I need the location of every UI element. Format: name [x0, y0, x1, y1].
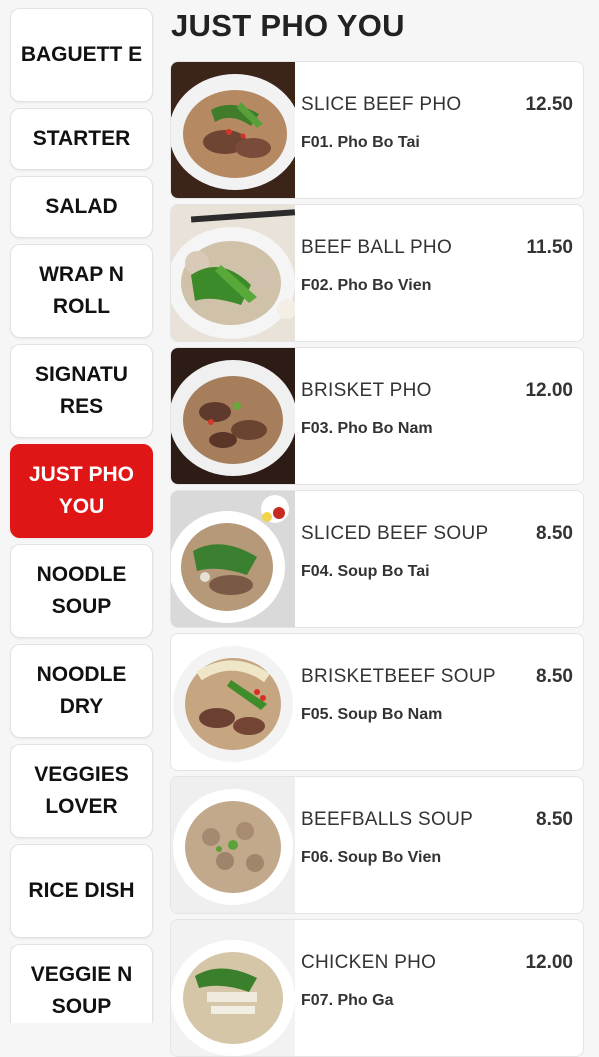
item-name: BRISKET PHO [301, 380, 432, 401]
item-name: CHICKEN PHO [301, 952, 437, 973]
item-price: 12.50 [525, 94, 573, 115]
category-starter[interactable]: STARTER [10, 108, 153, 170]
item-price: 8.50 [536, 666, 573, 687]
item-name: SLICE BEEF PHO [301, 94, 462, 115]
item-code: F06. Soup Bo Vien [301, 849, 442, 866]
category-signatures[interactable]: SIGNATU RES [10, 344, 153, 438]
item-code: F05. Soup Bo Nam [301, 706, 443, 723]
menu-item-card[interactable]: BEEF BALL PHO 11.50 F02. Pho Bo Vien [170, 204, 584, 342]
item-code: F04. Soup Bo Tai [301, 563, 430, 580]
menu-item-card[interactable]: CHICKEN PHO 12.00 F07. Pho Ga [170, 919, 584, 1057]
food-image [171, 62, 295, 198]
category-wrap-n-roll[interactable]: WRAP N ROLL [10, 244, 153, 338]
category-noodle-dry[interactable]: NOODLE DRY [10, 644, 153, 738]
food-image [171, 777, 295, 913]
category-noodle-soup[interactable]: NOODLE SOUP [10, 544, 153, 638]
item-name: SLICED BEEF SOUP [301, 523, 489, 544]
item-code: F07. Pho Ga [301, 992, 394, 1009]
item-price: 12.00 [525, 380, 573, 401]
menu-item-card[interactable]: SLICED BEEF SOUP 8.50 F04. Soup Bo Tai [170, 490, 584, 628]
menu-content: JUST PHO YOU SLICE BEEF PHO 12.50 F01. P [165, 0, 599, 1057]
menu-item-card[interactable]: BRISKETBEEF SOUP 8.50 F05. Soup Bo Nam [170, 633, 584, 771]
category-just-pho-you[interactable]: JUST PHO YOU [10, 444, 153, 538]
food-image [171, 205, 295, 341]
menu-item-card[interactable]: BRISKET PHO 12.00 F03. Pho Bo Nam [170, 347, 584, 485]
item-code: F03. Pho Bo Nam [301, 420, 433, 437]
category-salad[interactable]: SALAD [10, 176, 153, 238]
item-price: 8.50 [536, 809, 573, 830]
category-baguette[interactable]: BAGUETT E [10, 8, 153, 102]
menu-item-card[interactable]: SLICE BEEF PHO 12.50 F01. Pho Bo Tai [170, 61, 584, 199]
item-code: F01. Pho Bo Tai [301, 134, 420, 151]
category-veggie-n-soup[interactable]: VEGGIE N SOUP [10, 944, 153, 1023]
category-veggies-lover[interactable]: VEGGIES LOVER [10, 744, 153, 838]
item-price: 12.00 [525, 952, 573, 973]
food-image [171, 348, 295, 484]
item-code: F02. Pho Bo Vien [301, 277, 432, 294]
food-image [171, 491, 295, 627]
category-sidebar[interactable]: BAGUETT E STARTER SALAD WRAP N ROLL SIGN… [0, 0, 165, 1023]
item-price: 11.50 [526, 237, 574, 258]
item-name: BEEFBALLS SOUP [301, 809, 474, 830]
section-title: JUST PHO YOU [171, 8, 405, 43]
item-price: 8.50 [536, 523, 573, 544]
menu-item-card[interactable]: BEEFBALLS SOUP 8.50 F06. Soup Bo Vien [170, 776, 584, 914]
menu-app: BAGUETT E STARTER SALAD WRAP N ROLL SIGN… [0, 0, 599, 1057]
food-image [171, 634, 295, 770]
item-name: BEEF BALL PHO [301, 237, 453, 258]
food-image [171, 920, 295, 1056]
category-rice-dish[interactable]: RICE DISH [10, 844, 153, 938]
item-name: BRISKETBEEF SOUP [301, 666, 496, 687]
